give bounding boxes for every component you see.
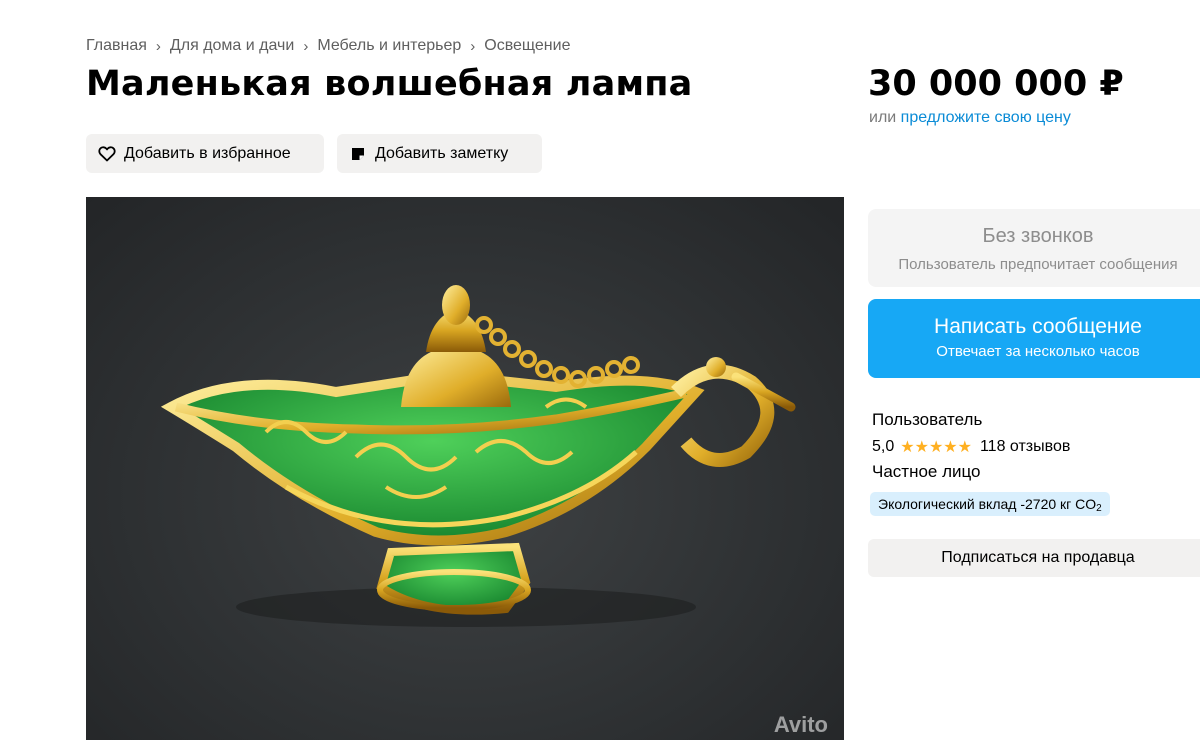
star-rating-icon: ★★★★★ (900, 439, 972, 456)
eco-badge-text: Экологический вклад -2720 кг CO (878, 496, 1097, 512)
rating-value: 5,0 (872, 438, 895, 455)
add-note-button[interactable]: Добавить заметку (337, 134, 542, 173)
seller-type: Частное лицо (872, 462, 981, 481)
no-calls-panel: Без звонков Пользователь предпочитает со… (868, 209, 1200, 287)
note-icon (349, 145, 367, 163)
chevron-right-icon: › (303, 37, 309, 55)
listing-price: 30 000 000 ₽ (868, 64, 1124, 104)
eco-contribution-badge[interactable]: Экологический вклад -2720 кг CO2 (870, 492, 1110, 516)
add-to-favorites-button[interactable]: Добавить в избранное (86, 134, 324, 173)
chevron-right-icon: › (155, 37, 161, 55)
no-calls-title: Без звонков (982, 225, 1094, 247)
magic-lamp-image (160, 285, 796, 627)
breadcrumb-item-home[interactable]: Главная (86, 37, 147, 55)
avito-watermark: Avito (773, 712, 828, 737)
no-calls-subtitle: Пользователь предпочитает сообщения (898, 256, 1178, 273)
breadcrumb-item-lighting[interactable]: Освещение (484, 37, 570, 55)
heart-icon (98, 145, 116, 163)
offer-price-link[interactable]: предложите свою цену (901, 109, 1071, 126)
eco-badge-subscript: 2 (1096, 503, 1102, 514)
chevron-right-icon: › (470, 37, 476, 55)
subscribe-seller-button[interactable]: Подписаться на продавца (868, 539, 1200, 577)
listing-title: Маленькая волшебная лампа (86, 64, 693, 104)
price-or-text: или (869, 109, 897, 126)
price-offer-line: или предложите свою цену (869, 109, 1071, 127)
seller-name-link[interactable]: Пользователь (872, 410, 982, 430)
write-message-button[interactable]: Написать сообщение Отвечает за несколько… (868, 299, 1200, 378)
write-message-label: Написать сообщение (934, 315, 1142, 338)
breadcrumb-item-home-garden[interactable]: Для дома и дачи (170, 37, 294, 55)
breadcrumb: Главная › Для дома и дачи › Мебель и инт… (86, 37, 570, 55)
add-note-label: Добавить заметку (375, 144, 509, 162)
seller-rating: 5,0 ★★★★★ 118 отзывов (872, 437, 1070, 457)
response-time-text: Отвечает за несколько часов (936, 343, 1140, 360)
add-to-favorites-label: Добавить в избранное (124, 144, 291, 162)
product-photo[interactable]: Avito (86, 197, 844, 740)
reviews-link[interactable]: 118 отзывов (980, 438, 1070, 456)
breadcrumb-item-furniture[interactable]: Мебель и интерьер (317, 37, 461, 55)
